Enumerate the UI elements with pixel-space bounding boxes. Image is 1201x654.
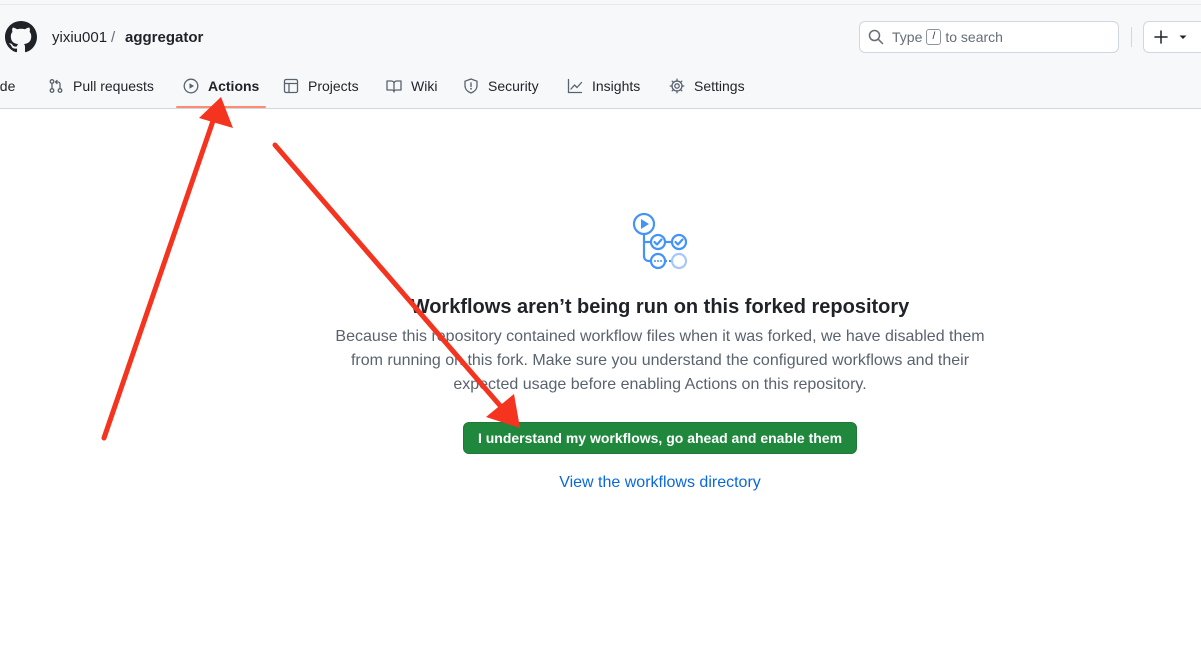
tab-actions[interactable]: Actions <box>183 70 259 102</box>
tab-wiki-label: Wiki <box>411 78 438 94</box>
breadcrumb-repo[interactable]: aggregator <box>125 28 203 48</box>
blank-state-title: Workflows aren’t being run on this forke… <box>410 296 910 318</box>
tab-projects-label: Projects <box>308 78 359 94</box>
create-new-button[interactable] <box>1143 21 1201 53</box>
tab-settings-label: Settings <box>694 78 745 94</box>
breadcrumb-separator: / <box>111 29 116 46</box>
workflows-directory-link-text[interactable]: View the workflows directory <box>559 474 761 491</box>
tab-security-label: Security <box>488 78 539 94</box>
table-icon <box>283 78 299 94</box>
annotation-arrow-to-actions <box>101 97 233 441</box>
tab-pull-requests[interactable]: Pull requests <box>48 70 154 102</box>
shield-icon <box>464 78 478 94</box>
header-divider <box>0 4 1201 5</box>
tab-wiki[interactable]: Wiki <box>386 70 437 102</box>
github-logo-icon[interactable] <box>5 21 37 53</box>
repo-header: yixiu001 / aggregator Type / to search o… <box>0 0 1201 109</box>
search-shortcut-key: / <box>926 29 942 45</box>
search-prefix-text: Type <box>892 29 923 45</box>
tab-code[interactable]: ode <box>0 70 15 102</box>
graph-icon <box>567 78 583 94</box>
search-suffix-text: to search <box>945 29 1003 45</box>
search-input[interactable]: Type / to search <box>859 21 1119 53</box>
workflow-icon <box>632 212 688 270</box>
tab-pull-requests-label: Pull requests <box>73 78 154 94</box>
header-vertical-divider <box>1131 27 1132 47</box>
tab-settings[interactable]: Settings <box>669 70 745 102</box>
plus-icon <box>1154 30 1168 44</box>
tab-insights-label: Insights <box>592 78 641 94</box>
active-tab-indicator <box>176 106 266 108</box>
blank-state-description: Because this repository contained workfl… <box>335 328 985 393</box>
workflows-directory-link: View the workflows directory <box>0 472 1201 494</box>
play-icon <box>183 78 199 94</box>
tab-actions-label: Actions <box>208 78 260 94</box>
breadcrumb-owner[interactable]: yixiu001 <box>52 28 107 48</box>
book-icon <box>386 80 402 93</box>
gear-icon <box>669 78 685 94</box>
tab-insights[interactable]: Insights <box>567 70 640 102</box>
tab-code-label: ode <box>0 78 16 94</box>
search-icon <box>868 29 884 45</box>
git-pull-request-icon <box>49 79 63 93</box>
tab-security[interactable]: Security <box>463 70 539 102</box>
tab-projects[interactable]: Projects <box>283 70 359 102</box>
triangle-down-icon <box>1179 35 1187 39</box>
enable-workflows-button[interactable]: I understand my workflows, go ahead and … <box>463 422 857 454</box>
